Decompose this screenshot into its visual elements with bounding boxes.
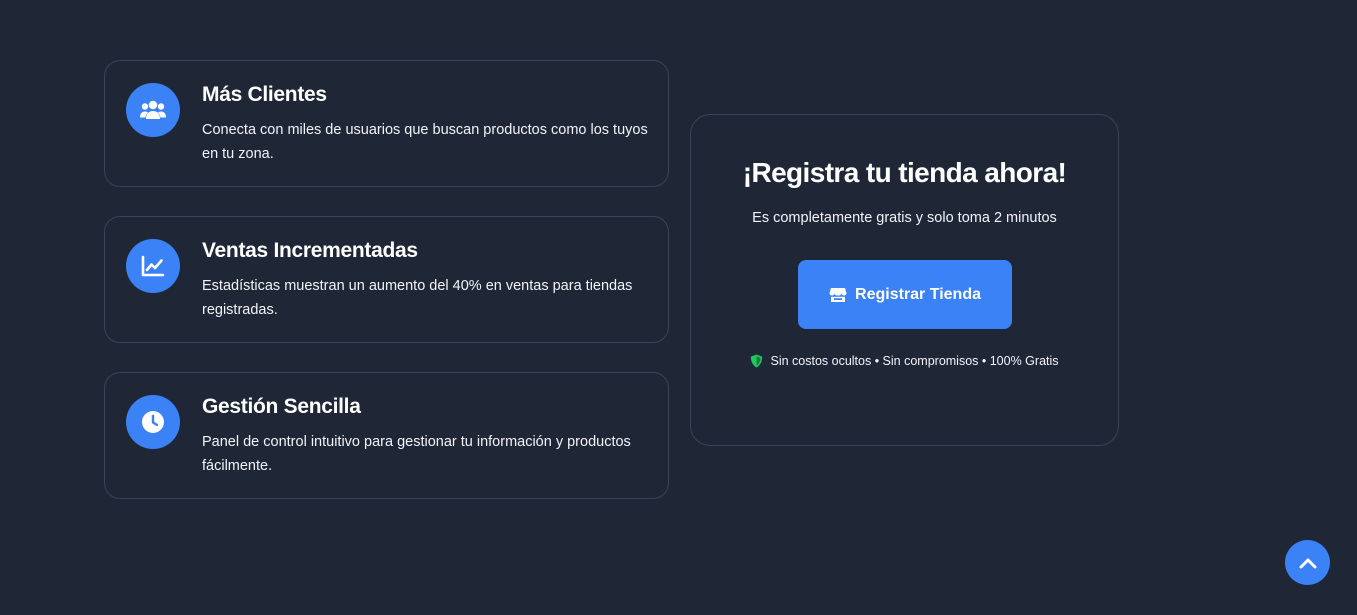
- feature-description: Conecta con miles de usuarios que buscan…: [202, 122, 648, 162]
- register-note-text: Sin costos ocultos • Sin compromisos • 1…: [770, 354, 1059, 368]
- register-panel: ¡Registra tu tienda ahora! Es completame…: [690, 114, 1119, 446]
- back-to-top-button[interactable]: [1285, 540, 1330, 585]
- chart-line-icon: [126, 239, 180, 293]
- page: Más Clientes Conecta con miles de usuari…: [0, 0, 1357, 615]
- feature-description: Estadísticas muestran un aumento del 40%…: [202, 278, 633, 318]
- feature-description: Panel de control intuitivo para gestiona…: [202, 434, 631, 474]
- shield-check-icon: [750, 354, 763, 368]
- feature-card-simple-management: Gestión Sencilla Panel de control intuit…: [104, 372, 669, 499]
- feature-title: Gestión Sencilla: [202, 395, 361, 418]
- feature-title: Más Clientes: [202, 83, 327, 106]
- register-note: Sin costos ocultos • Sin compromisos • 1…: [691, 354, 1118, 368]
- feature-card-increased-sales: Ventas Incrementadas Estadísticas muestr…: [104, 216, 669, 343]
- features-list: Más Clientes Conecta con miles de usuari…: [104, 60, 669, 528]
- register-store-button[interactable]: Registrar Tienda: [798, 260, 1012, 329]
- clock-icon: [126, 395, 180, 449]
- feature-title: Ventas Incrementadas: [202, 239, 418, 262]
- register-store-button-label: Registrar Tienda: [855, 285, 981, 303]
- chevron-up-icon: [1299, 557, 1317, 569]
- users-icon: [126, 83, 180, 137]
- feature-card-more-clients: Más Clientes Conecta con miles de usuari…: [104, 60, 669, 187]
- register-title: ¡Registra tu tienda ahora!: [742, 157, 1067, 188]
- register-subtitle: Es completamente gratis y solo toma 2 mi…: [752, 210, 1057, 226]
- store-icon: [829, 287, 847, 303]
